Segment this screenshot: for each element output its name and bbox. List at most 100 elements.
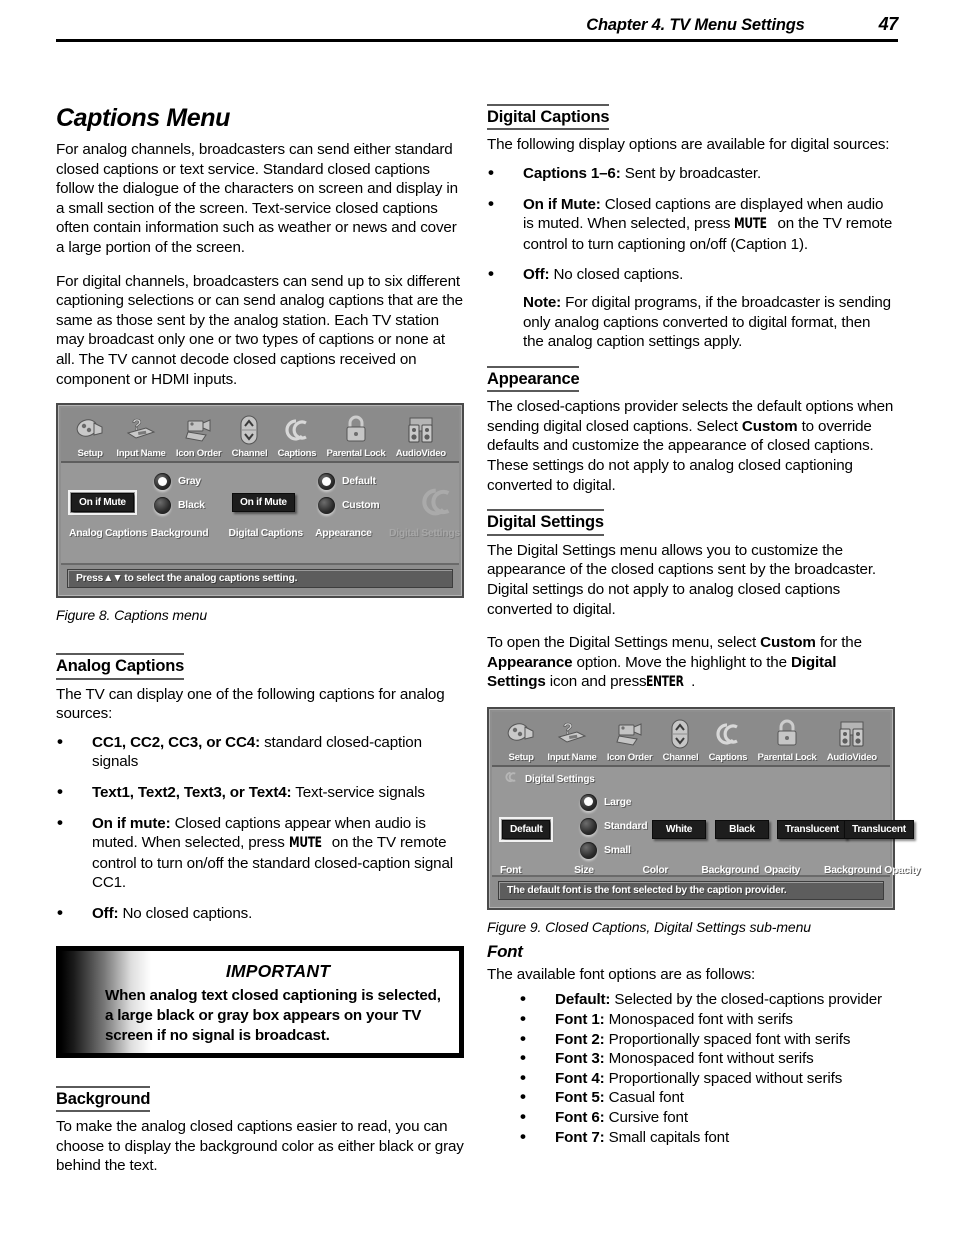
menu-icon-setup[interactable]: Setup: [69, 413, 111, 459]
submenu-title-row: Digital Settings: [502, 770, 882, 789]
bullet-desc: Small capitals font: [608, 1128, 730, 1146]
menu-icon-channel[interactable]: Channel: [226, 413, 272, 459]
bullet-term: Font 6:: [555, 1109, 605, 1127]
bullet-term: Font 7:: [555, 1128, 605, 1146]
background-value-button[interactable]: Black: [715, 819, 769, 839]
appearance-option-default[interactable]: Default: [318, 473, 376, 491]
menu-icon-label: Parental Lock: [326, 448, 386, 460]
list-item: CC1, CC2, CC3, or CC4: standard closed-c…: [56, 732, 464, 772]
size-option-small[interactable]: Small: [580, 841, 631, 859]
status-prefix: Press: [76, 573, 104, 585]
captions-icon: [502, 770, 520, 789]
figure8-icon-bar: Setup ? Input Name Icon Order Channel Ca…: [61, 408, 459, 464]
bullet-term: Font 2:: [555, 1030, 605, 1048]
size-option-standard[interactable]: Standard: [580, 817, 648, 835]
bullet-term: Font 3:: [555, 1050, 605, 1068]
list-item: On if Mute: Closed captions are displaye…: [487, 194, 895, 255]
channel-updown-icon: [657, 717, 703, 751]
bullet-term: Font 4:: [555, 1069, 605, 1087]
page-title: Captions Menu: [56, 104, 230, 132]
color-value-button[interactable]: White: [652, 819, 706, 839]
menu-icon-icon-order[interactable]: Icon Order: [171, 413, 227, 459]
ds-text-d: icon and press: [549, 673, 647, 691]
important-callout-box: IMPORTANT When analog text closed captio…: [56, 945, 464, 1058]
background-option-black[interactable]: Black: [154, 497, 205, 515]
column-label-analog-captions: Analog Captions: [69, 528, 148, 540]
menu-icon-icon-order[interactable]: Icon Order: [602, 717, 658, 763]
appearance-option-custom[interactable]: Custom: [318, 497, 380, 515]
digital-captions-list: Captions 1–6: Sent by broadcaster. On if…: [487, 163, 895, 285]
bullet-term: Captions 1–6:: [523, 165, 621, 183]
radio-indicator: [580, 841, 597, 859]
digital-settings-icon: [414, 483, 460, 526]
bullet-desc: Cursive font: [608, 1109, 688, 1127]
menu-icon-parental-lock[interactable]: Parental Lock: [752, 717, 821, 763]
figure-9-caption: Figure 9. Closed Captions, Digital Setti…: [487, 918, 811, 935]
column-label-background: Background: [701, 864, 760, 876]
menu-icon-captions[interactable]: Captions: [272, 413, 321, 459]
figure-9-digital-settings-submenu: Setup ? Input Name Icon Order Channel Ca…: [487, 706, 921, 910]
important-body: When analog text closed captioning is se…: [105, 986, 441, 1044]
menu-icon-label: Parental Lock: [757, 751, 817, 763]
menu-icon-captions[interactable]: Captions: [703, 717, 752, 763]
column-label-background-opacity: Background Opacity: [823, 864, 921, 876]
digital-settings-paragraph-2: To open the Digital Settings menu, selec…: [487, 633, 895, 693]
menu-icon-label: AudioVideo: [826, 751, 877, 763]
digital-captions-note: Note: For digital programs, if the broad…: [523, 293, 895, 352]
question-tag-icon: ?: [542, 717, 601, 751]
plug-icon: [69, 413, 111, 447]
figure8-settings-area: On if Mute Gray Black On if Mute Default…: [61, 463, 460, 564]
menu-icon-input-name[interactable]: ? Input Name: [542, 717, 601, 763]
menu-icon-parental-lock[interactable]: Parental Lock: [321, 413, 390, 459]
radio-indicator: [580, 817, 597, 835]
channel-updown-icon: [226, 413, 272, 447]
list-item: Text1, Text2, Text3, or Text4: Text-serv…: [56, 782, 464, 803]
list-item: Font 1: Monospaced font with serifs: [519, 1009, 895, 1030]
bullet-term: Off:: [523, 266, 550, 284]
radio-indicator: [318, 497, 335, 515]
size-option-large[interactable]: Large: [580, 793, 631, 811]
page-number: 47: [878, 14, 899, 34]
figure9-status-bar: The default font is the font selected by…: [492, 874, 890, 905]
list-item: Off: No closed captions.: [56, 903, 464, 924]
menu-icon-label: Icon Order: [606, 751, 653, 763]
menu-icon-label: Channel: [662, 751, 699, 763]
menu-icon-label: Channel: [231, 448, 268, 460]
menu-icon-label: Setup: [508, 751, 534, 763]
radio-indicator: [580, 793, 597, 811]
menu-icon-audiovideo[interactable]: AudioVideo: [822, 717, 882, 763]
column-label-font: Font: [500, 864, 522, 876]
column-label-appearance: Appearance: [315, 528, 372, 540]
updown-arrows-icon: ▲▼: [103, 573, 123, 585]
list-item: Font 4: Proportionally spaced without se…: [519, 1068, 895, 1089]
menu-icon-channel[interactable]: Channel: [657, 717, 703, 763]
opacity-value-button[interactable]: Translucent: [777, 819, 847, 839]
analog-captions-value-button[interactable]: On if Mute: [68, 490, 137, 516]
heading-digital-captions: Digital Captions: [487, 104, 610, 131]
ds-bold-custom: Custom: [760, 634, 816, 652]
menu-icon-label: AudioVideo: [395, 448, 446, 460]
menu-icon-audiovideo[interactable]: AudioVideo: [391, 413, 451, 459]
bullet-term: Font 5:: [555, 1089, 605, 1107]
font-options-list: Default: Selected by the closed-captions…: [519, 989, 895, 1147]
background-opacity-value-button[interactable]: Translucent: [844, 819, 914, 839]
status-message: Press▲▼ to select the analog captions se…: [67, 569, 453, 589]
figure-8-captions-menu: Setup ? Input Name Icon Order Channel Ca…: [56, 403, 464, 599]
bullet-desc: Casual font: [608, 1089, 684, 1107]
bullet-term: CC1, CC2, CC3, or CC4:: [92, 733, 261, 751]
digital-captions-value-button[interactable]: On if Mute: [232, 493, 295, 513]
status-text: to select the analog captions setting.: [124, 573, 298, 585]
menu-icon-setup[interactable]: Setup: [500, 717, 542, 763]
figure8-column-labels: Analog Captions Background Digital Capti…: [69, 528, 460, 540]
bullet-desc: Selected by the closed-captions provider: [614, 991, 882, 1009]
bullet-term: Default:: [555, 991, 611, 1009]
heading-digital-settings: Digital Settings: [487, 509, 604, 536]
bullet-desc: Proportionally spaced without serifs: [608, 1069, 843, 1087]
background-option-gray[interactable]: Gray: [154, 473, 201, 491]
heading-appearance: Appearance: [487, 365, 580, 393]
column-label-size: Size: [574, 864, 594, 876]
font-value-button[interactable]: Default: [498, 816, 554, 842]
list-item: Captions 1–6: Sent by broadcaster.: [487, 163, 895, 184]
page-header: Chapter 4. TV Menu Settings 47: [56, 14, 898, 42]
menu-icon-input-name[interactable]: ? Input Name: [111, 413, 170, 459]
